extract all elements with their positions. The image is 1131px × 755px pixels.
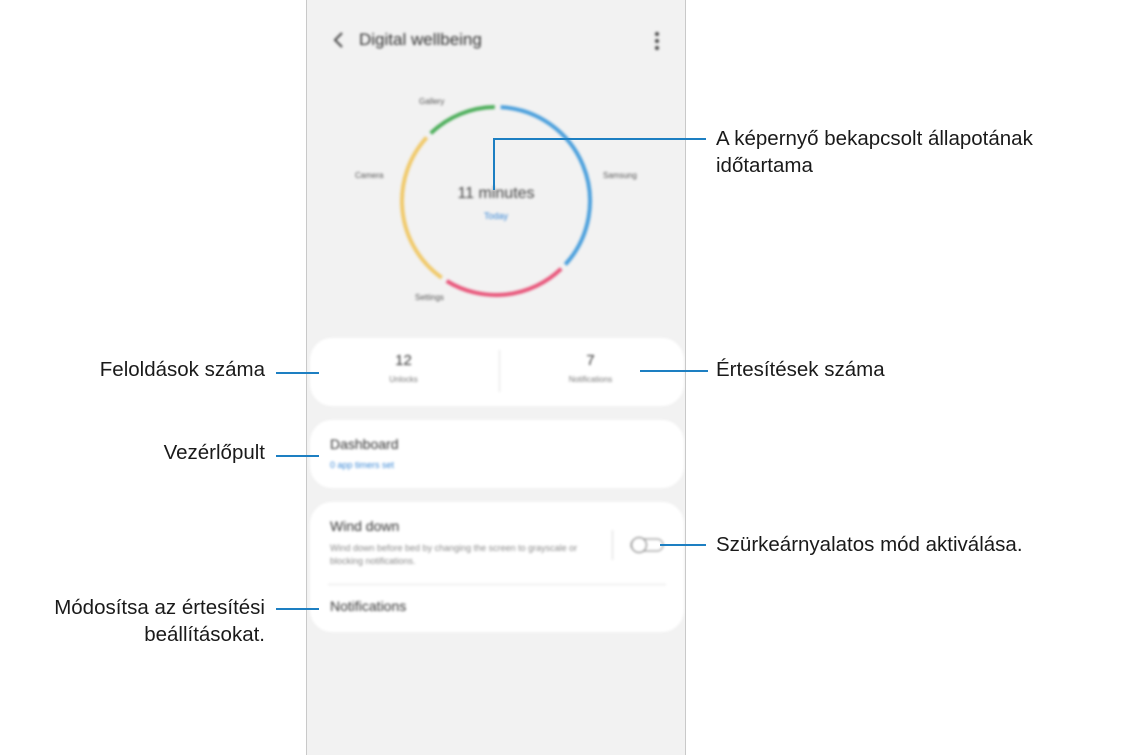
- usage-chart[interactable]: Gallery Camera Samsung Settings 11 minut…: [307, 85, 685, 315]
- notifications-stat[interactable]: 7 Notifications: [497, 352, 684, 384]
- donut-segment: [400, 136, 443, 280]
- list-divider: [328, 584, 666, 585]
- today-link[interactable]: Today: [307, 211, 685, 221]
- back-arrow-icon[interactable]: [329, 28, 349, 52]
- notifications-count: 7: [586, 352, 595, 369]
- callout-line-unlocks: [276, 372, 319, 374]
- notifications-row[interactable]: Notifications: [330, 598, 406, 614]
- notifications-label: Notifications: [568, 375, 613, 384]
- app-label: Camera: [355, 171, 384, 180]
- callout-line-notif-settings: [276, 608, 319, 610]
- dashboard-title: Dashboard: [330, 436, 399, 452]
- wind-down-title: Wind down: [330, 518, 400, 534]
- callout-line-grayscale: [660, 544, 706, 546]
- callout-line-screen-time-vertical: [493, 138, 495, 190]
- more-options-icon[interactable]: [653, 30, 661, 52]
- donut-segment: [445, 267, 563, 297]
- app-bar: Digital wellbeing: [307, 22, 685, 62]
- screen-time-value: 11 minutes: [457, 185, 535, 202]
- callout-notif-settings: Módosítsa az értesítési beállításokat.: [54, 594, 265, 648]
- unlocks-label: Unlocks: [389, 375, 418, 384]
- dashboard-subtitle: 0 app timers set: [330, 460, 395, 470]
- callout-notif-settings-line2: beállításokat.: [144, 623, 265, 646]
- dashboard-card[interactable]: Dashboard 0 app timers set: [310, 420, 684, 488]
- app-label: Samsung: [603, 171, 637, 180]
- callout-screen-time-line2: időtartama: [716, 154, 813, 177]
- unlocks-count: 12: [395, 352, 412, 369]
- donut-segment: [429, 105, 495, 135]
- wind-down-card: Wind down Wind down before bed by changi…: [310, 502, 684, 632]
- unlocks-stat[interactable]: 12 Unlocks: [310, 352, 497, 384]
- callout-screen-time: A képernyő bekapcsolt állapotának időtar…: [716, 125, 1033, 179]
- callout-line-screen-time: [493, 138, 706, 140]
- app-title: Digital wellbeing: [359, 30, 482, 49]
- phone-screen: Digital wellbeing Gallery Camera Samsung…: [306, 0, 686, 755]
- callout-unlocks: Feloldások száma: [99, 358, 265, 381]
- callout-line-notifications: [640, 370, 708, 372]
- callout-line-dashboard: [276, 455, 319, 457]
- stats-card: 12 Unlocks 7 Notifications: [310, 338, 684, 406]
- callout-dashboard: Vezérlőpult: [163, 441, 265, 464]
- callout-notif-settings-line1: Módosítsa az értesítési: [54, 596, 265, 619]
- toggle-separator: [612, 530, 613, 560]
- wind-down-toggle[interactable]: [630, 536, 664, 554]
- callout-grayscale: Szürkeárnyalatos mód aktiválása.: [716, 533, 1023, 556]
- callout-screen-time-line1: A képernyő bekapcsolt állapotának: [716, 127, 1033, 150]
- wind-down-description: Wind down before bed by changing the scr…: [330, 543, 578, 566]
- callout-notifications: Értesítések száma: [716, 358, 885, 381]
